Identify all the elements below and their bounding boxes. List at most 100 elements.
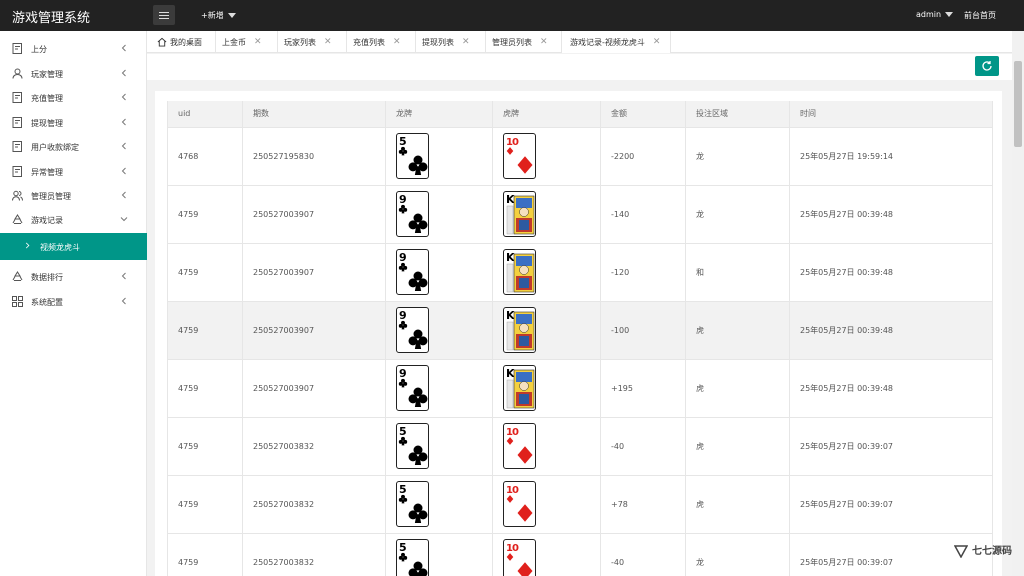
sidebar-item[interactable]: 上分 <box>0 37 147 61</box>
amount-cell: -120 <box>600 243 686 302</box>
toolbar <box>147 54 1012 80</box>
scroll-thumb[interactable] <box>1014 61 1022 147</box>
close-icon[interactable]: ✕ <box>462 37 470 47</box>
table-row[interactable]: 4759 250527003832 5 10 -40 虎 25年05月27日 00:3… <box>167 417 993 476</box>
bet-area-cell: 和 <box>685 243 790 302</box>
col-bet-area-header: 投注区域 <box>685 101 790 128</box>
table-row[interactable]: 4759 250527003832 5 10 +78 虎 25年05月27日 00:3… <box>167 475 993 534</box>
svg-text:K: K <box>506 309 515 322</box>
caret-down-icon <box>227 13 236 18</box>
bet-area-cell: 虎 <box>685 475 790 534</box>
chevron-left-icon <box>119 117 129 127</box>
time-cell: 25年05月27日 19:59:14 <box>789 127 993 186</box>
chevron-left-icon <box>119 190 129 200</box>
table-row[interactable]: 4759 250527003832 5 10 -40 龙 25年05月27日 00:3… <box>167 533 993 576</box>
tab-label: 提现列表 <box>422 37 454 47</box>
menu-toggle-button[interactable] <box>153 5 175 25</box>
bet-area-cell: 虎 <box>685 359 790 418</box>
close-icon[interactable]: ✕ <box>254 37 262 47</box>
tiger-card-image: 10 <box>503 423 536 469</box>
tab[interactable]: 游戏记录-视频龙虎斗 ✕ <box>561 31 671 53</box>
sidebar-subitem-active[interactable]: 视频龙虎斗 <box>0 233 147 260</box>
new-button-label: +新增 <box>201 11 224 20</box>
sidebar-item[interactable]: 充值管理 <box>0 86 147 110</box>
tiger-card-image: K <box>503 249 536 295</box>
period-cell: 250527003907 <box>242 359 386 418</box>
chevron-left-icon <box>119 141 129 151</box>
dragon-card-cell: 5 <box>385 475 493 534</box>
tab[interactable]: 提现列表 ✕ <box>422 31 486 53</box>
close-icon[interactable]: ✕ <box>540 37 548 47</box>
uid-cell: 4759 <box>167 359 243 418</box>
uid-cell: 4768 <box>167 127 243 186</box>
tab-label: 上金币 <box>222 37 246 47</box>
user-menu[interactable]: admin <box>916 10 954 19</box>
close-icon[interactable]: ✕ <box>324 37 332 47</box>
time-cell: 25年05月27日 00:39:48 <box>789 185 993 244</box>
user-icon <box>12 68 23 79</box>
sidebar-item[interactable]: 管理员管理 <box>0 184 147 208</box>
sidebar-item[interactable]: 提现管理 <box>0 111 147 135</box>
tab[interactable]: 我的桌面 <box>157 31 217 53</box>
amount-cell: -40 <box>600 417 686 476</box>
table-header-row: uid 期数 龙牌 虎牌 金额 投注区域 时间 <box>167 101 993 128</box>
table-row[interactable]: 4759 250527003907 9 K -120 和 25年05月27日 00:3… <box>167 243 993 302</box>
tab-bar: 我的桌面 上金币 ✕ 玩家列表 ✕ 充值列表 ✕ 提现列表 ✕ 管理员列表 ✕ 游戏记录-视频龙虎斗 ✕ <box>147 31 1012 53</box>
svg-text:K: K <box>506 367 515 380</box>
page-scrollbar[interactable] <box>1012 31 1024 576</box>
chevron-left-icon <box>119 68 129 78</box>
col-time-header: 时间 <box>789 101 993 128</box>
tab[interactable]: 上金币 ✕ <box>222 31 278 53</box>
uid-cell: 4759 <box>167 475 243 534</box>
dragon-card-image: 9 <box>396 249 429 295</box>
doc-icon <box>12 43 23 54</box>
uid-cell: 4759 <box>167 533 243 576</box>
bet-area-cell: 虎 <box>685 417 790 476</box>
svg-text:5: 5 <box>399 425 406 438</box>
tab[interactable]: 充值列表 ✕ <box>353 31 416 53</box>
sidebar-item[interactable]: 数据排行 <box>0 265 147 289</box>
table-row[interactable]: 4768 250527195830 5 10 -2200 龙 25年05月27日 19… <box>167 127 993 186</box>
sidebar-item[interactable]: 用户收款绑定 <box>0 135 147 159</box>
sidebar-item-label: 玩家管理 <box>31 70 63 79</box>
caret-down-icon <box>945 12 954 17</box>
app-title: 游戏管理系统 <box>12 11 91 26</box>
tab[interactable]: 管理员列表 ✕ <box>492 31 555 53</box>
chevron-left-icon <box>119 43 129 53</box>
close-icon[interactable]: ✕ <box>653 37 661 47</box>
svg-text:5: 5 <box>399 483 406 496</box>
sidebar-item[interactable]: 系统配置 <box>0 290 147 314</box>
dragon-card-cell: 9 <box>385 185 493 244</box>
tiger-card-cell: K <box>492 185 601 244</box>
tab-label: 管理员列表 <box>492 37 532 47</box>
time-cell: 25年05月27日 00:39:48 <box>789 301 993 360</box>
svg-text:K: K <box>506 251 515 264</box>
dragon-card-image: 5 <box>396 423 429 469</box>
tiger-card-image: K <box>503 191 536 237</box>
tab-label: 玩家列表 <box>284 37 316 47</box>
tab-divider <box>277 31 278 53</box>
table-row[interactable]: 4759 250527003907 9 K +195 虎 25年05月27日 00:3… <box>167 359 993 418</box>
uid-cell: 4759 <box>167 301 243 360</box>
dragon-card-image: 9 <box>396 307 429 353</box>
table-row[interactable]: 4759 250527003907 9 K -100 虎 25年05月27日 00:3… <box>167 301 993 360</box>
period-cell: 250527003832 <box>242 533 386 576</box>
refresh-button[interactable] <box>975 56 999 76</box>
sidebar-item[interactable]: 玩家管理 <box>0 62 147 86</box>
dragon-card-cell: 9 <box>385 359 493 418</box>
bet-area-cell: 龙 <box>685 127 790 186</box>
doc-icon <box>12 166 23 177</box>
home-icon <box>157 37 167 47</box>
col-tiger-card-header: 虎牌 <box>492 101 601 128</box>
home-link[interactable]: 前台首页 <box>964 10 996 21</box>
sidebar-item[interactable]: 游戏记录 <box>0 208 147 232</box>
tab[interactable]: 玩家列表 ✕ <box>284 31 347 53</box>
sidebar-item[interactable]: 异常管理 <box>0 160 147 184</box>
tab-divider <box>485 31 486 53</box>
close-icon[interactable]: ✕ <box>393 37 401 47</box>
table-row[interactable]: 4759 250527003907 9 K -140 龙 25年05月27日 00:3… <box>167 185 993 244</box>
period-cell: 250527003907 <box>242 185 386 244</box>
bet-area-cell: 龙 <box>685 533 790 576</box>
dragon-card-image: 5 <box>396 481 429 527</box>
new-button[interactable]: +新增 <box>201 10 236 21</box>
